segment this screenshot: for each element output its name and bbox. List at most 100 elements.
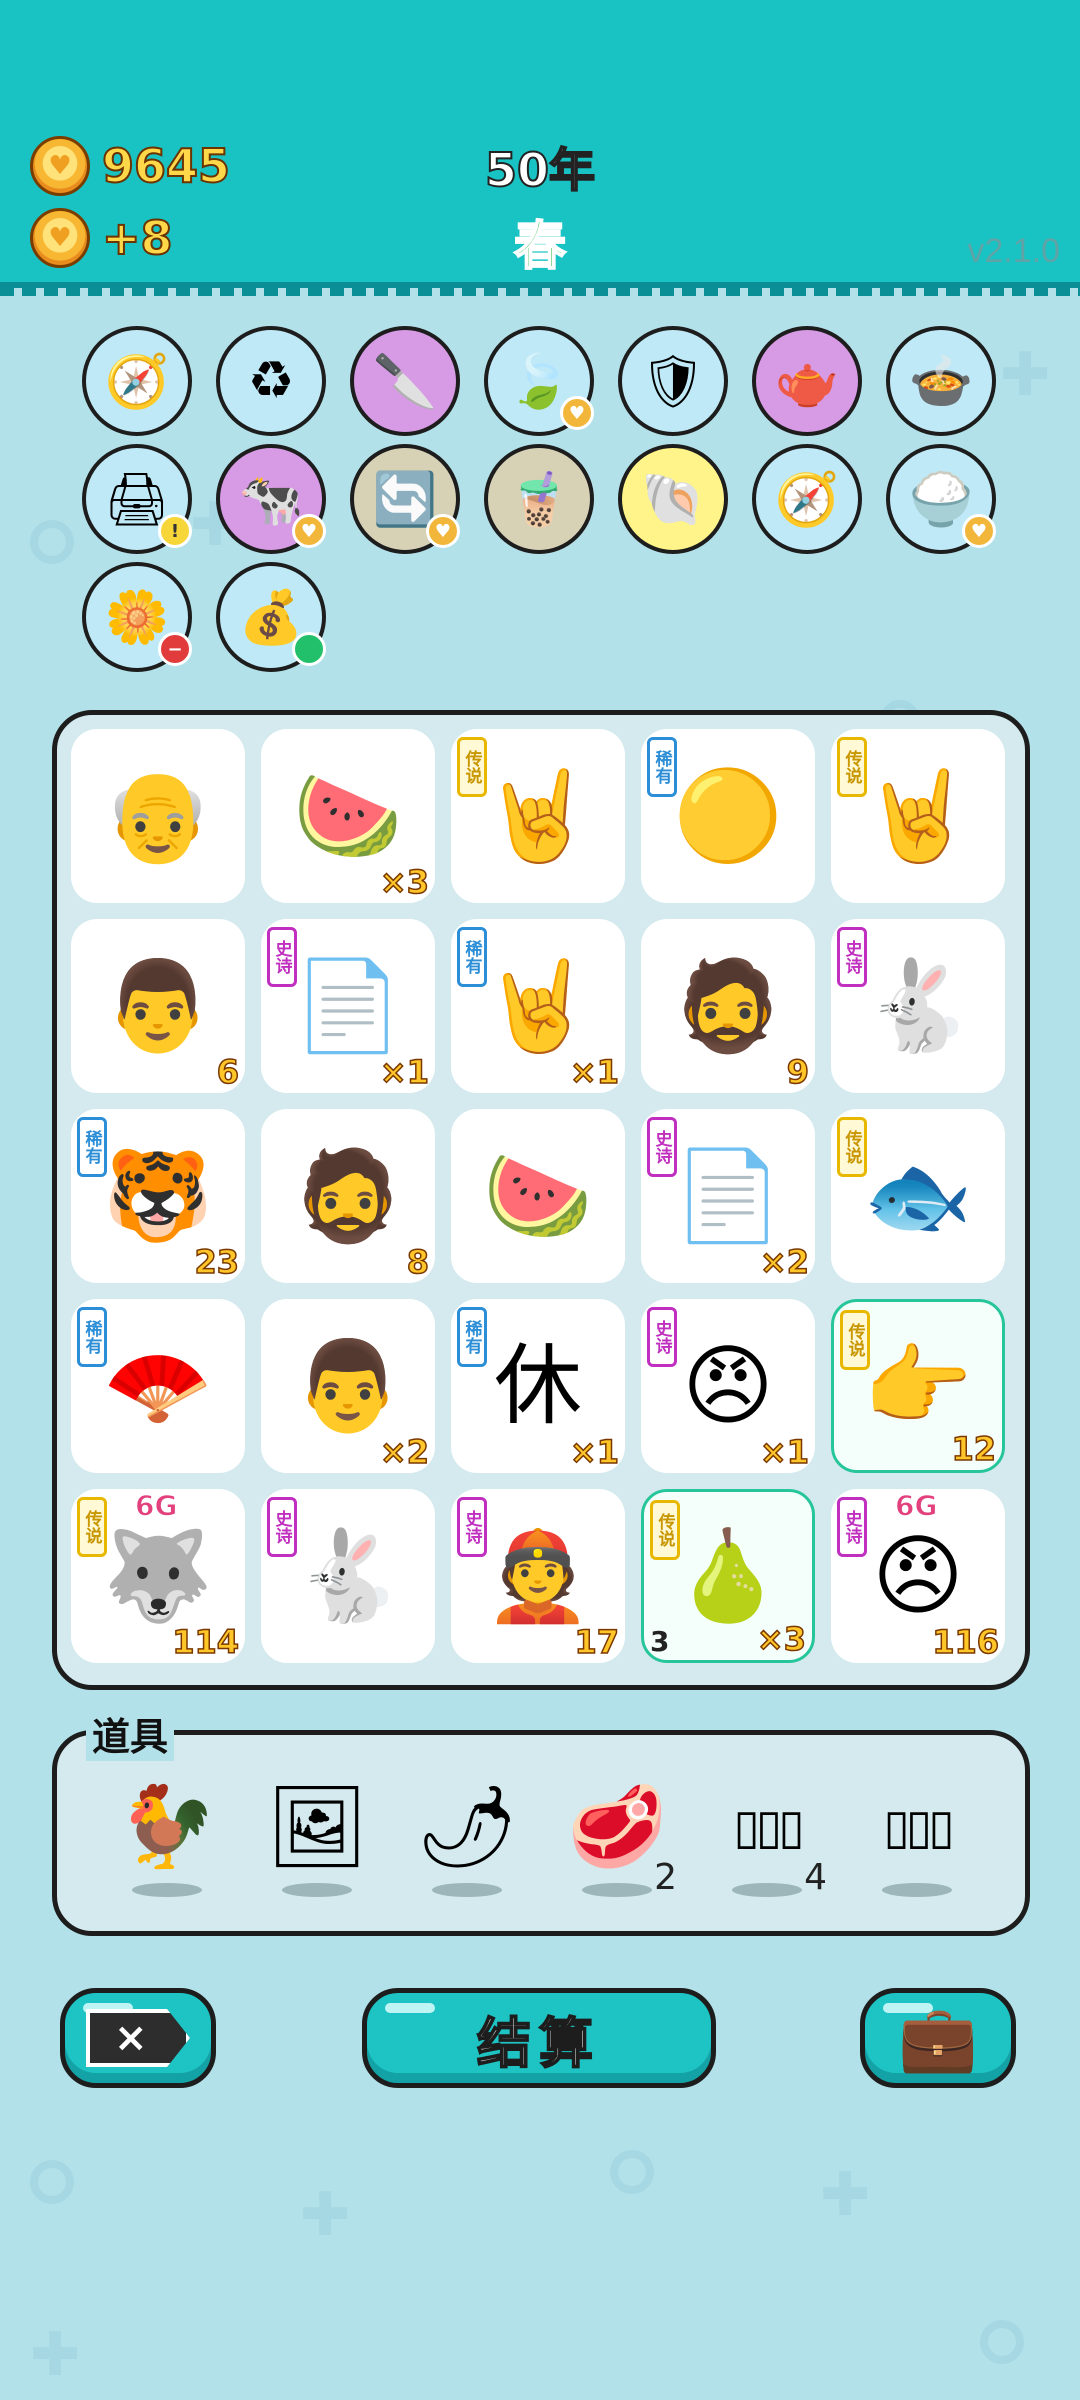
board-cell-pear[interactable]: 🍐 传说 ×3 3	[641, 1489, 815, 1663]
slot-board: 👴 🍉 ×3 🤘 传说 🟡 稀有 🤘 传说 👨 6 📄 史诗 ×1 🤘 稀有 ×1 🧔 9 🐇 史诗 🐯 稀有 23 🧔 8 🍉 📄 史…	[52, 710, 1030, 1690]
coin-heart-icon: ♥	[30, 208, 90, 268]
shield-wrench-icon[interactable]: 🛡	[618, 326, 728, 436]
heart-badge-icon: ♥	[426, 514, 460, 548]
item-three-slots[interactable]: ▯▯▯ 4	[707, 1777, 827, 1927]
refresh-icon-glyph: 🔄	[372, 469, 438, 530]
rice-bowl-icon-glyph: 🍚	[908, 469, 974, 530]
cell-count: 17	[574, 1622, 620, 1662]
items-title: 道具	[86, 1706, 175, 1761]
shell-icon[interactable]: 🐚	[618, 444, 728, 554]
board-cell-ctrl-cv-2[interactable]: 📄 史诗 ×2	[641, 1109, 815, 1283]
board-cell-tiger-cat[interactable]: 🐯 稀有 23	[71, 1109, 245, 1283]
printer-icon[interactable]: 🖨!	[82, 444, 192, 554]
board-cell-rabbit-tent[interactable]: 🐇 史诗	[831, 919, 1005, 1093]
item-liver[interactable]: 🥩 2	[557, 1777, 677, 1927]
board-cell-watermelon-crossed[interactable]: 🍉 ×3	[261, 729, 435, 903]
item-shadow	[582, 1883, 652, 1897]
board-cell-brown-hand[interactable]: 🤘 稀有 ×1	[451, 919, 625, 1093]
board-cell-farmer-hat[interactable]: 👲 史诗 17	[451, 1489, 625, 1663]
shell-icon-glyph: 🐚	[640, 469, 706, 530]
leaf-icon[interactable]: 🍃 ♥	[484, 326, 594, 436]
board-cell-rock-hand-2[interactable]: 🤘 传说	[831, 729, 1005, 903]
season-label: 春	[513, 216, 567, 278]
rabbit-tent-2-icon: 🐇	[293, 1524, 403, 1627]
cell-count: ×1	[379, 1052, 430, 1092]
bg-plus: ✚	[30, 2320, 81, 2390]
potted-flower-icon[interactable]: 🌼 −	[82, 562, 192, 672]
bg-circle	[980, 2320, 1024, 2364]
worker-red-cap-2-icon: 🧔	[293, 1144, 403, 1247]
cleaver-icon[interactable]: 🔪	[350, 326, 460, 436]
heart-badge-icon: ♥	[292, 514, 326, 548]
item-three-slots-rare[interactable]: ▯▯▯	[857, 1777, 977, 1927]
board-cell-gold-pentagon[interactable]: 🟡 稀有	[641, 729, 815, 903]
settle-button[interactable]: 结算	[362, 1988, 716, 2088]
board-cell-man-crossed[interactable]: 👨 ×2	[261, 1299, 435, 1473]
item-red-pepper[interactable]: 🌶	[407, 1777, 527, 1927]
money-bag-icon[interactable]: 💰	[216, 562, 326, 672]
ctrl-cv-icon: 📄	[293, 954, 403, 1057]
cell-count: 6	[216, 1052, 240, 1092]
liver-icon: 🥩	[567, 1780, 667, 1873]
item-portrait-frame[interactable]: 🖼	[257, 1777, 377, 1927]
pot-duck-icon[interactable]: 🍲	[886, 326, 996, 436]
brown-hand-icon: 🤘	[483, 954, 593, 1057]
bubble-tea-icon[interactable]: 🧋	[484, 444, 594, 554]
board-cell-koi-fish[interactable]: 🐟 传说	[831, 1109, 1005, 1283]
income-amount: +8	[101, 210, 174, 266]
board-cell-fan-crossed[interactable]: 🪭 稀有	[71, 1299, 245, 1473]
item-shadow	[282, 1883, 352, 1897]
compass-icon[interactable]: 🧭	[752, 444, 862, 554]
board-cell-grumpy-man[interactable]: 😠 史诗 ×1	[641, 1299, 815, 1473]
rabbit-tent-icon: 🐇	[863, 954, 973, 1057]
bg-plus: ✚	[300, 2180, 351, 2250]
cell-count: ×2	[379, 1432, 430, 1472]
board-cell-rabbit-tent-2[interactable]: 🐇 史诗	[261, 1489, 435, 1663]
board-cell-rock-hand[interactable]: 🤘 传说	[451, 729, 625, 903]
close-icon: ×	[86, 2009, 190, 2067]
inventory-button[interactable]: 💼	[860, 1988, 1016, 2088]
rice-bowl-icon[interactable]: 🍚 ♥	[886, 444, 996, 554]
item-count: 4	[804, 1857, 827, 1898]
rarity-tag: 史诗	[457, 1497, 487, 1557]
board-cell-worker-red-cap-2[interactable]: 🧔 8	[261, 1109, 435, 1283]
rarity-tag: 传说	[77, 1497, 107, 1557]
rock-hand-icon: 🤘	[483, 764, 593, 867]
trash-bag-recycle-icon[interactable]: ♻	[216, 326, 326, 436]
board-cell-pointing-hand[interactable]: 👉 传说 12	[831, 1299, 1005, 1473]
cell-left-count: 3	[650, 1625, 670, 1658]
cell-count: ×3	[379, 862, 430, 902]
bg-plus: ✚	[820, 2160, 871, 2230]
exit-button[interactable]: ×	[60, 1988, 216, 2088]
board-cell-man-black-hair[interactable]: 👨 6	[71, 919, 245, 1093]
man-crossed-icon: 👨	[293, 1334, 403, 1437]
heart-badge-icon: ♥	[962, 514, 996, 548]
compass-icon-glyph: 🧭	[104, 351, 170, 412]
item-white-chicken[interactable]: 🐓	[107, 1777, 227, 1927]
compass-icon[interactable]: 🧭	[82, 326, 192, 436]
board-cell-grumpy-man-2[interactable]: 😠 史诗 6G 116	[831, 1489, 1005, 1663]
rarity-tag: 稀有	[77, 1307, 107, 1367]
cell-count: ×1	[569, 1052, 620, 1092]
board-cell-worker-red-cap[interactable]: 🧔 9	[641, 919, 815, 1093]
cell-count: 12	[951, 1429, 997, 1469]
rarity-tag: 稀有	[647, 737, 677, 797]
board-cell-rest-text[interactable]: 休稀有 ×1	[451, 1299, 625, 1473]
briefcase-icon: 💼	[898, 2001, 978, 2076]
rarity-tag: 史诗	[267, 927, 297, 987]
board-cell-old-man-glasses[interactable]: 👴	[71, 729, 245, 903]
cow-pair-icon[interactable]: 🐄 ♥	[216, 444, 326, 554]
white-chicken-icon: 🐓	[117, 1780, 217, 1873]
refresh-icon[interactable]: 🔄 ♥	[350, 444, 460, 554]
item-shadow	[882, 1883, 952, 1897]
coin-amount: 9645	[101, 138, 231, 194]
board-cell-husky-crown[interactable]: 🐺 传说 6G 114	[71, 1489, 245, 1663]
rarity-tag: 传说	[840, 1310, 870, 1370]
pear-icon: 🍐	[673, 1524, 783, 1627]
gravy-boat-icon[interactable]: 🫖	[752, 326, 862, 436]
board-cell-ctrl-cv[interactable]: 📄 史诗 ×1	[261, 919, 435, 1093]
red-pepper-icon: 🌶	[416, 1780, 518, 1873]
rarity-tag: 史诗	[267, 1497, 297, 1557]
board-cell-watermelon[interactable]: 🍉	[451, 1109, 625, 1283]
grumpy-man-icon: 😠	[682, 1334, 774, 1437]
